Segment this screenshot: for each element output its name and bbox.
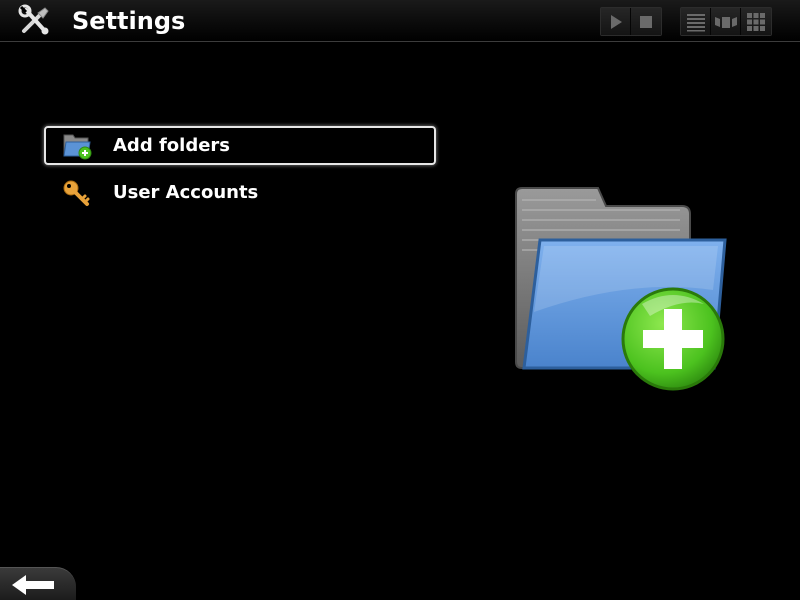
settings-screen: Settings Add folders User Accounts [0, 0, 800, 600]
menu-item-label: Add folders [113, 135, 231, 156]
back-button[interactable] [0, 567, 76, 600]
stop-button[interactable] [631, 8, 661, 35]
play-icon [610, 14, 622, 29]
list-view-icon [686, 13, 705, 31]
stop-icon [640, 15, 652, 28]
page-title: Settings [72, 7, 186, 35]
menu-item-add-folders[interactable]: Add folders [44, 126, 436, 165]
grid-view-icon [747, 12, 765, 31]
coverflow-view-button[interactable] [711, 8, 741, 35]
list-view-button[interactable] [681, 8, 711, 35]
menu-item-label: User Accounts [113, 182, 259, 203]
coverflow-view-icon [714, 16, 737, 28]
play-button[interactable] [601, 8, 631, 35]
grid-view-button[interactable] [741, 8, 771, 35]
add-folder-icon [62, 132, 92, 160]
add-folder-large-icon [510, 186, 730, 396]
menu-item-user-accounts[interactable]: User Accounts [44, 173, 436, 212]
settings-tools-icon [18, 4, 52, 38]
media-controls [600, 7, 662, 36]
view-controls [680, 7, 772, 36]
back-arrow-icon [12, 575, 54, 595]
key-icon [62, 179, 92, 207]
settings-menu: Add folders User Accounts [44, 126, 436, 220]
header-bar: Settings [0, 0, 800, 42]
